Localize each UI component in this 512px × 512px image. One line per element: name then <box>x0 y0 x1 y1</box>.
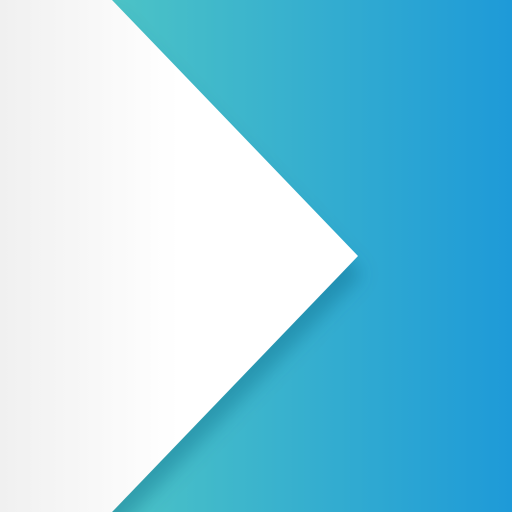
app-icon <box>0 0 512 512</box>
play-chevron-icon <box>0 0 512 512</box>
